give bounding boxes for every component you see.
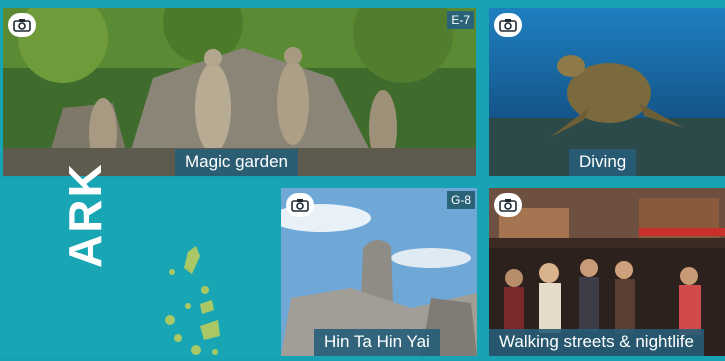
photo-caption: Hin Ta Hin Yai xyxy=(314,329,440,356)
grid-reference-badge: G-8 xyxy=(446,191,475,209)
photo-tile-walking-streets[interactable]: Walking streets & nightlife xyxy=(489,188,725,356)
photo-caption: Walking streets & nightlife xyxy=(489,329,704,356)
camera-icon[interactable] xyxy=(494,13,522,37)
photo-caption: Diving xyxy=(569,149,637,176)
photo-caption: Magic garden xyxy=(175,149,299,176)
map-area xyxy=(0,180,280,356)
photo-tile-magic-garden[interactable]: E-7 Magic garden xyxy=(3,8,476,176)
photo-tile-hin-ta-hin-yai[interactable]: G-8 Hin Ta Hin Yai xyxy=(281,188,477,356)
camera-icon[interactable] xyxy=(286,193,314,217)
camera-icon[interactable] xyxy=(494,193,522,217)
camera-icon[interactable] xyxy=(8,13,36,37)
island-map xyxy=(165,246,220,355)
photo-tile-diving[interactable]: Diving xyxy=(489,8,725,176)
grid-reference-badge: E-7 xyxy=(447,11,474,29)
map-park-label: ARK xyxy=(59,162,111,268)
